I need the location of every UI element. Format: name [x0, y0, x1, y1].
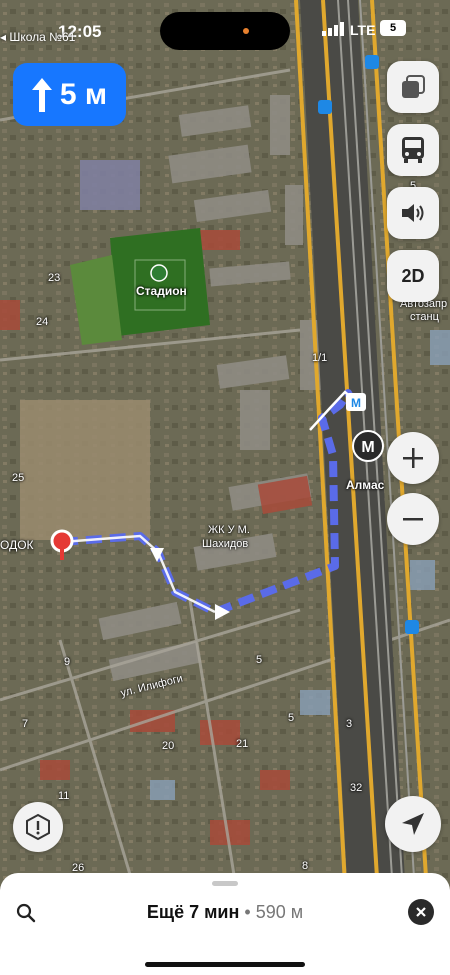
speaker-icon [402, 204, 424, 222]
layers-icon [402, 75, 425, 98]
report-button[interactable] [13, 802, 63, 852]
house-number: 3 [346, 718, 353, 730]
poi-stadium-label[interactable]: Стадион [136, 284, 187, 298]
summary-separator: • [244, 902, 251, 922]
close-icon [416, 907, 426, 917]
house-number: 8 [302, 860, 309, 872]
layers-button[interactable] [387, 61, 439, 113]
maneuver-distance: 5 м [59, 77, 108, 111]
maneuver-panel[interactable]: 5 м [13, 63, 126, 126]
house-number: 25 [12, 472, 25, 484]
house-number: 11 [58, 790, 70, 802]
complex-label-1: ЖК У М. [208, 524, 250, 536]
sheet-grabber[interactable] [212, 881, 238, 886]
house-number: 21 [236, 738, 249, 750]
back-to-app-link[interactable]: ◂ Школа №61 [0, 30, 75, 44]
remaining-distance: 590 м [255, 902, 304, 922]
locate-me-button[interactable] [385, 796, 441, 852]
complex-label-2: Шахидов [202, 538, 249, 550]
zoom-in-button[interactable] [387, 432, 439, 484]
arrow-up-icon [31, 77, 52, 112]
dynamic-island [160, 12, 290, 50]
bus-icon [402, 137, 424, 163]
navigation-arrow-icon [402, 813, 424, 835]
route-summary: Ещё 7 мин • 590 м [0, 902, 450, 923]
network-type: LTE [350, 22, 376, 38]
house-number: 1/1 [312, 352, 328, 364]
house-number: 32 [350, 782, 363, 794]
zoom-out-button[interactable] [387, 493, 439, 545]
house-number: 5 [288, 712, 295, 724]
warning-hexagon-icon [26, 813, 50, 841]
battery-icon: 5 [380, 20, 406, 36]
svg-text:M: M [351, 396, 361, 410]
poi-gas-label-2[interactable]: станц [410, 311, 439, 323]
svg-text:M: M [361, 439, 374, 456]
plus-icon [403, 448, 423, 468]
house-number: 7 [22, 718, 29, 730]
route-bottom-sheet[interactable]: Ещё 7 мин • 590 м [0, 873, 450, 975]
home-indicator[interactable] [145, 962, 305, 967]
house-number: 5 [256, 654, 263, 666]
sound-button[interactable] [387, 187, 439, 239]
transport-button[interactable] [387, 124, 439, 176]
close-route-button[interactable] [408, 899, 434, 925]
back-app-name: Школа №61 [9, 30, 76, 44]
house-number: 20 [162, 740, 175, 752]
house-number: 24 [36, 316, 49, 328]
view-mode-label: 2D [401, 265, 425, 286]
view-mode-button[interactable]: 2D [387, 250, 439, 302]
remaining-time: Ещё 7 мин [146, 902, 240, 922]
back-chevron-icon: ◂ [0, 30, 10, 44]
signal-icon [322, 22, 344, 36]
privacy-indicator [243, 28, 249, 34]
house-number: 9 [64, 656, 71, 668]
poi-metro-label[interactable]: Алмас [346, 478, 384, 492]
minus-icon [403, 518, 423, 521]
district-label: ОДОК [0, 538, 34, 552]
house-number: 23 [48, 272, 61, 284]
